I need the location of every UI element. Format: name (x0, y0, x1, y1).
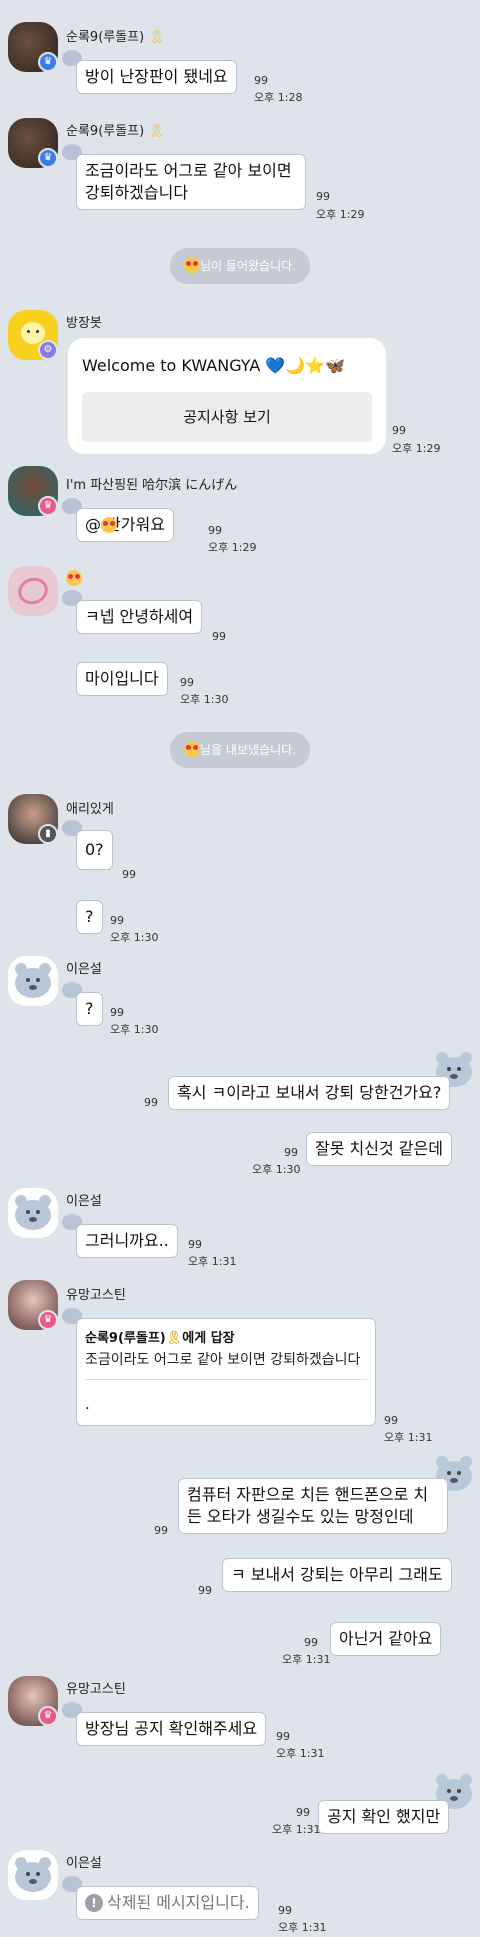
crown-badge-icon: ♛ (38, 52, 58, 72)
chat-bubble[interactable]: 그러니까요.. (76, 1224, 178, 1258)
emoji-avatar-icon (184, 257, 201, 273)
chat-bubble[interactable]: ㅋ넵 안녕하세여 (76, 600, 203, 634)
read-count: 99 (180, 676, 194, 689)
bot-welcome-card: Welcome to KWANGYA 💙🌙⭐🦋 공지사항 보기 (68, 338, 386, 454)
bot-badge-icon: ⚙ (38, 340, 58, 360)
read-count: 99 (110, 1006, 124, 1019)
read-count: 99 (304, 1636, 318, 1649)
read-count: 99 (122, 868, 136, 881)
read-count: 99 (278, 1904, 292, 1917)
system-notice: 님이 들어왔습니다. (170, 248, 310, 284)
timestamp: 오후 1:31 (276, 1747, 325, 1760)
chat-bubble[interactable]: 0? (76, 830, 113, 870)
timestamp: 오후 1:31 (282, 1653, 331, 1666)
sender-name: 유망고스틴 (66, 1682, 126, 1697)
chat-bubble[interactable]: 마이입니다 (76, 662, 168, 696)
chat-bubble[interactable]: ? (76, 900, 103, 934)
read-count: 99 (284, 1146, 298, 1159)
read-count: 99 (316, 190, 330, 203)
read-count: 99 (254, 74, 268, 87)
sender-name: 이은설 (66, 1856, 102, 1871)
avatar-bear[interactable] (8, 956, 58, 1006)
read-count: 99 (384, 1414, 398, 1427)
chat-bubble[interactable]: 아닌거 같아요 (330, 1622, 442, 1656)
chat-bubble[interactable]: 방장님 공지 확인해주세요 (76, 1712, 267, 1746)
avatar-bear[interactable] (8, 1850, 58, 1900)
timestamp: 오후 1:30 (110, 931, 159, 944)
read-count: 99 (208, 524, 222, 537)
sender-name: 이은설 (66, 962, 102, 977)
timestamp: 오후 1:31 (188, 1255, 237, 1268)
chat-bubble[interactable]: 조금이라도 어그로 같아 보이면 강퇴하겠습니다 (76, 154, 306, 210)
chat-bubble[interactable]: ㅋ 보내서 강퇴는 아무리 그래도 (222, 1558, 452, 1592)
timestamp: 오후 1:30 (252, 1163, 301, 1176)
timestamp: 오후 1:30 (110, 1023, 159, 1036)
crown-badge-icon: ♛ (38, 148, 58, 168)
timestamp: 오후 1:31 (272, 1823, 321, 1836)
chat-bubble[interactable]: ? (76, 992, 103, 1026)
read-count: 99 (154, 1524, 168, 1537)
emoji-avatar-icon (101, 517, 117, 533)
sender-name: 유망고스틴 (66, 1288, 126, 1303)
timestamp: 오후 1:31 (384, 1431, 433, 1444)
read-count: 99 (198, 1584, 212, 1597)
timestamp: 오후 1:29 (392, 442, 441, 455)
read-count: 99 (296, 1806, 310, 1819)
ribbon-icon: 🎗 (148, 124, 165, 139)
reply-divider (85, 1379, 367, 1380)
read-count: 99 (276, 1730, 290, 1743)
timestamp: 오후 1:31 (278, 1921, 327, 1934)
sender-name: 방장봇 (66, 316, 102, 331)
sender-name: 순록9(루돌프) 🎗 (66, 30, 165, 45)
chat-bubble[interactable]: @ 반가워요 (76, 508, 174, 542)
notice-button[interactable]: 공지사항 보기 (82, 392, 372, 442)
timestamp: 오후 1:29 (316, 208, 365, 221)
sender-name: 애리있게 (66, 802, 114, 817)
quoted-text: 조금이라도 어그로 같아 보이면 강퇴하겠습니다 (85, 1352, 361, 1368)
read-count: 99 (110, 914, 124, 927)
reply-text: . (85, 1395, 90, 1413)
timestamp: 오후 1:28 (254, 91, 303, 104)
system-notice: 님을 내보냈습니다. (170, 732, 310, 768)
chat-bubble[interactable]: 공지 확인 했지만 (318, 1800, 450, 1834)
alert-icon: ! (85, 1894, 103, 1912)
sender-name: 이은설 (66, 1194, 102, 1209)
emoji-avatar-icon (184, 741, 201, 757)
avatar-bear[interactable] (8, 1188, 58, 1238)
crown-badge-icon: ♛ (38, 1706, 58, 1726)
read-count: 99 (212, 630, 226, 643)
crown-badge-icon: ♛ (38, 1310, 58, 1330)
timestamp: 오후 1:29 (208, 541, 257, 554)
timestamp: 오후 1:30 (180, 693, 229, 706)
read-count: 99 (392, 424, 406, 437)
reply-bubble[interactable]: 순록9(루돌프)🎗에게 답장 조금이라도 어그로 같아 보이면 강퇴하겠습니다 … (76, 1318, 376, 1426)
avatar-user[interactable] (8, 566, 58, 616)
sender-name: I'm 파산핑된 哈尔滨 にんげん (66, 478, 238, 493)
welcome-text: Welcome to KWANGYA 💙🌙⭐🦋 (82, 356, 346, 375)
crown-badge-icon: ♛ (38, 496, 58, 516)
deleted-message-bubble[interactable]: ! 삭제된 메시지입니다. (76, 1886, 259, 1920)
read-count: 99 (144, 1096, 158, 1109)
chat-bubble[interactable]: 잘못 치신것 같은데 (306, 1132, 452, 1166)
ribbon-icon: 🎗 (148, 30, 165, 45)
member-badge-icon: ▮ (38, 824, 58, 844)
sender-name: 순록9(루돌프) 🎗 (66, 124, 165, 139)
chat-bubble[interactable]: 방이 난장판이 됐네요 (76, 60, 237, 94)
reply-header: 순록9(루돌프)🎗에게 답장 (85, 1331, 235, 1346)
ribbon-icon: 🎗 (165, 1331, 183, 1346)
chat-bubble[interactable]: 혹시 ㅋ이라고 보내서 강퇴 당한건가요? (168, 1076, 451, 1110)
chat-bubble[interactable]: 컴퓨터 자판으로 치든 핸드폰으로 치든 오타가 생길수도 있는 망정인데 (178, 1478, 448, 1534)
emoji-avatar-icon (66, 568, 82, 587)
read-count: 99 (188, 1238, 202, 1251)
